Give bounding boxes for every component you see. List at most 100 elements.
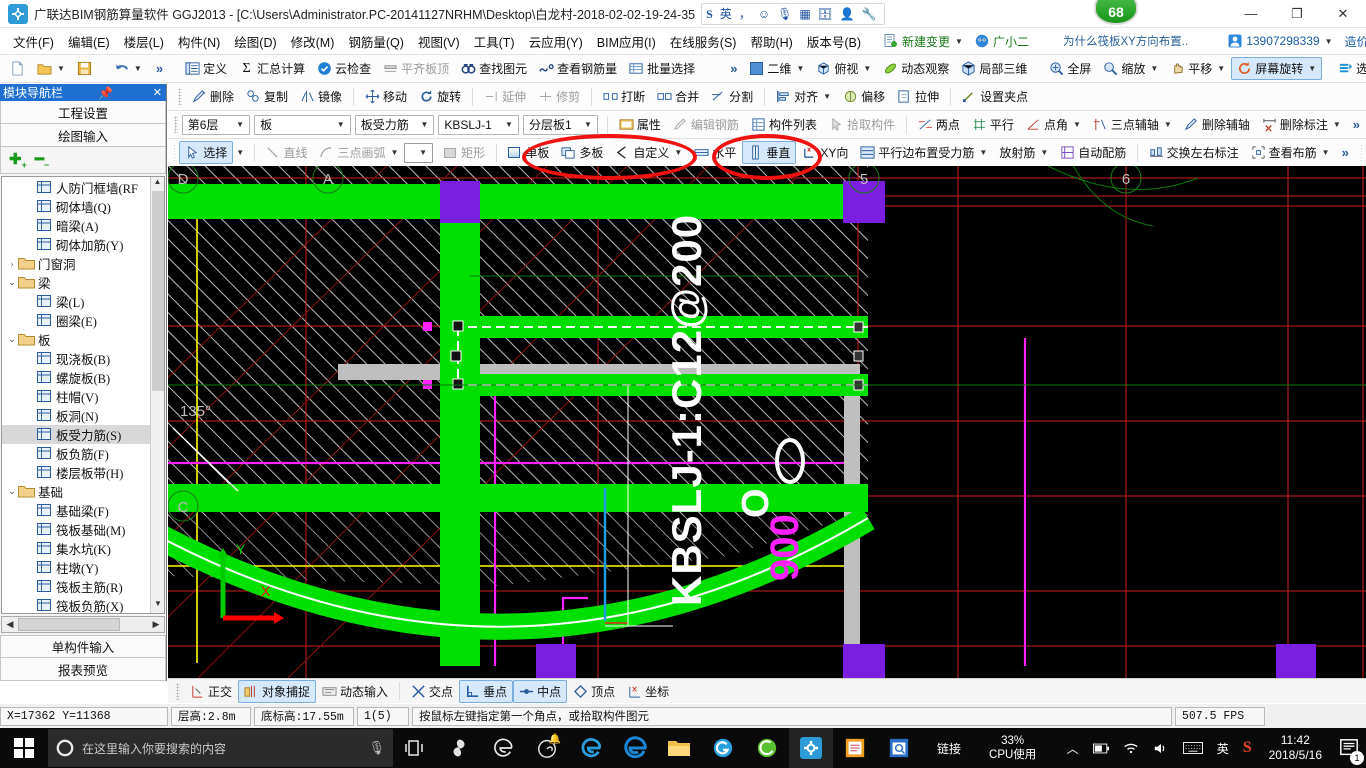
multi-slab-button[interactable]: 多板: [555, 141, 609, 164]
fullscreen-button[interactable]: 全屏: [1043, 57, 1097, 80]
view-layout-button[interactable]: 查看布筋 ▼: [1245, 141, 1336, 164]
chevron-down-icon[interactable]: ▼: [233, 120, 247, 129]
user-nick-button[interactable]: 广小二: [969, 31, 1035, 52]
scroll-down-icon[interactable]: ▼: [151, 599, 164, 613]
tree-item-4[interactable]: › 门窗洞: [2, 254, 164, 273]
delete-button[interactable]: 删除: [186, 85, 240, 108]
chevron-down-icon[interactable]: ▼: [1164, 120, 1172, 129]
pan-button[interactable]: 平移 ▼: [1164, 57, 1231, 80]
tree-item-10[interactable]: 螺旋板(B): [2, 368, 164, 387]
summary-calc-button[interactable]: Σ 汇总计算: [233, 57, 311, 80]
keyboard-icon[interactable]: [1176, 742, 1210, 754]
taskbar-search-box[interactable]: 在这里输入你要搜索的内容 🎙: [48, 729, 393, 767]
midpoint-snap-toggle[interactable]: 中点: [513, 679, 568, 703]
parallel-edge-rebar-button[interactable]: 平行边布置受力筋 ▼: [854, 141, 993, 164]
toolbar-grip[interactable]: [174, 116, 178, 133]
member-type-combo[interactable]: 板受力筋 ▼: [354, 114, 435, 135]
chevron-down-icon[interactable]: ▼: [1040, 148, 1048, 157]
vertical-button[interactable]: 垂直: [742, 141, 797, 164]
undo-button[interactable]: ▼: [108, 57, 148, 80]
menu-item-floor[interactable]: 楼层(L): [117, 29, 171, 54]
copy-button[interactable]: 复制: [240, 85, 294, 108]
chevron-down-icon[interactable]: ▼: [674, 148, 682, 157]
tree-item-19[interactable]: 集水坑(K): [2, 539, 164, 558]
single-slab-button[interactable]: 单板: [501, 141, 555, 164]
wifi-icon[interactable]: [1116, 742, 1146, 754]
chevron-down-icon[interactable]: ▼: [416, 148, 430, 157]
tree-expander-icon[interactable]: ⌄: [6, 334, 18, 345]
toolbar4-overflow-button[interactable]: »: [1336, 145, 1355, 160]
cpu-usage-widget[interactable]: 33% CPU使用: [977, 734, 1048, 762]
two-point-axis-button[interactable]: 两点: [912, 113, 966, 136]
close-icon[interactable]: ✕: [149, 86, 166, 99]
vertex-snap-toggle[interactable]: 顶点: [567, 680, 621, 703]
tree-expander-icon[interactable]: ⌄: [6, 486, 18, 497]
taskbar-clock[interactable]: 11:42 2018/5/16: [1259, 733, 1332, 763]
batch-select-button[interactable]: 批量选择: [623, 57, 701, 80]
tree-item-5[interactable]: ⌄ 梁: [2, 273, 164, 292]
layer-combo[interactable]: 分层板1 ▼: [523, 114, 598, 135]
set-grip-button[interactable]: 设置夹点: [956, 85, 1034, 108]
add-member-icon[interactable]: ✚+: [9, 150, 27, 170]
intersection-snap-toggle[interactable]: 交点: [405, 680, 459, 703]
mic-icon[interactable]: 🎙: [368, 740, 385, 756]
notepad-app-icon[interactable]: [833, 728, 877, 768]
perpendicular-snap-toggle[interactable]: 垂点: [459, 679, 514, 703]
sogou-tray-icon[interactable]: S: [1236, 739, 1259, 757]
app-leaf-icon[interactable]: [745, 728, 789, 768]
tree-item-8[interactable]: ⌄ 板: [2, 330, 164, 349]
tree-item-0[interactable]: 人防门框墙(RF: [2, 178, 164, 197]
scrollbar-thumb[interactable]: [152, 191, 164, 391]
chevron-down-icon[interactable]: ▼: [57, 64, 65, 73]
menu-item-view[interactable]: 视图(V): [411, 29, 467, 54]
menu-item-member[interactable]: 构件(N): [171, 29, 227, 54]
keyboard-icon[interactable]: ▦: [799, 7, 810, 21]
tree-item-15[interactable]: 楼层板带(H): [2, 463, 164, 482]
local-3d-button[interactable]: 局部三维: [955, 57, 1033, 80]
tree-item-2[interactable]: 暗梁(A): [2, 216, 164, 235]
toolbar-overflow-mid[interactable]: »: [724, 61, 743, 76]
scroll-right-icon[interactable]: ▶: [148, 619, 164, 630]
sidebar-section-single-member[interactable]: 单构件输入: [0, 635, 166, 658]
dynamic-observe-button[interactable]: 动态观察: [877, 57, 955, 80]
chevron-down-icon[interactable]: ▼: [1325, 37, 1333, 46]
new-file-button[interactable]: [4, 57, 31, 80]
scroll-up-icon[interactable]: ▲: [151, 177, 164, 191]
browser-g-icon[interactable]: [701, 728, 745, 768]
object-snap-toggle[interactable]: 对象捕捉: [238, 679, 317, 703]
dict-app-icon[interactable]: [877, 728, 921, 768]
task-view-button[interactable]: [393, 728, 437, 768]
link-label[interactable]: 链接: [921, 740, 977, 757]
ime-mode-label[interactable]: 英: [720, 5, 732, 22]
cad-drawing-canvas[interactable]: D A C 5 6 135° KBSLJ-1:C12@200 900 O Y X: [168, 166, 1366, 678]
mirror-button[interactable]: 镜像: [294, 85, 348, 108]
tree-item-7[interactable]: 圈梁(E): [2, 311, 164, 330]
pin-icon[interactable]: 📌: [95, 86, 116, 100]
delete-dimension-button[interactable]: 删除标注 ▼: [1256, 113, 1347, 136]
top-view-button[interactable]: 俯视 ▼: [810, 57, 877, 80]
member-name-combo[interactable]: KBSLJ-1 ▼: [438, 114, 520, 135]
tree-item-20[interactable]: 柱墩(Y): [2, 558, 164, 577]
menu-item-online[interactable]: 在线服务(S): [663, 29, 744, 54]
chevron-up-icon[interactable]: ︿: [1060, 740, 1086, 757]
menu-item-modify[interactable]: 修改(M): [284, 29, 342, 54]
volume-icon[interactable]: [1146, 742, 1176, 755]
chevron-down-icon[interactable]: ▼: [334, 120, 348, 129]
notification-center-button[interactable]: 1: [1332, 728, 1366, 768]
define-button[interactable]: 定义: [179, 57, 233, 80]
chevron-down-icon[interactable]: ▼: [1073, 120, 1081, 129]
wrench-icon[interactable]: 🔧: [862, 7, 877, 21]
point-angle-button[interactable]: 点角 ▼: [1020, 113, 1087, 136]
tree-item-3[interactable]: 砌体加筋(Y): [2, 235, 164, 254]
select-tool-button[interactable]: 选择: [179, 141, 234, 164]
custom-button[interactable]: 自定义 ▼: [609, 141, 688, 164]
rotate-button[interactable]: 旋转: [413, 85, 467, 108]
toolbar-overflow-left[interactable]: »: [150, 61, 169, 76]
menu-item-tools[interactable]: 工具(T): [467, 29, 522, 54]
app-swirl-icon[interactable]: 🔔: [525, 728, 569, 768]
chevron-down-icon[interactable]: ▼: [1217, 64, 1225, 73]
chevron-down-icon[interactable]: ▼: [134, 64, 142, 73]
tree-item-6[interactable]: 梁(L): [2, 292, 164, 311]
three-point-axis-button[interactable]: 三点辅轴 ▼: [1087, 113, 1178, 136]
toolbar-grip[interactable]: [178, 88, 182, 105]
